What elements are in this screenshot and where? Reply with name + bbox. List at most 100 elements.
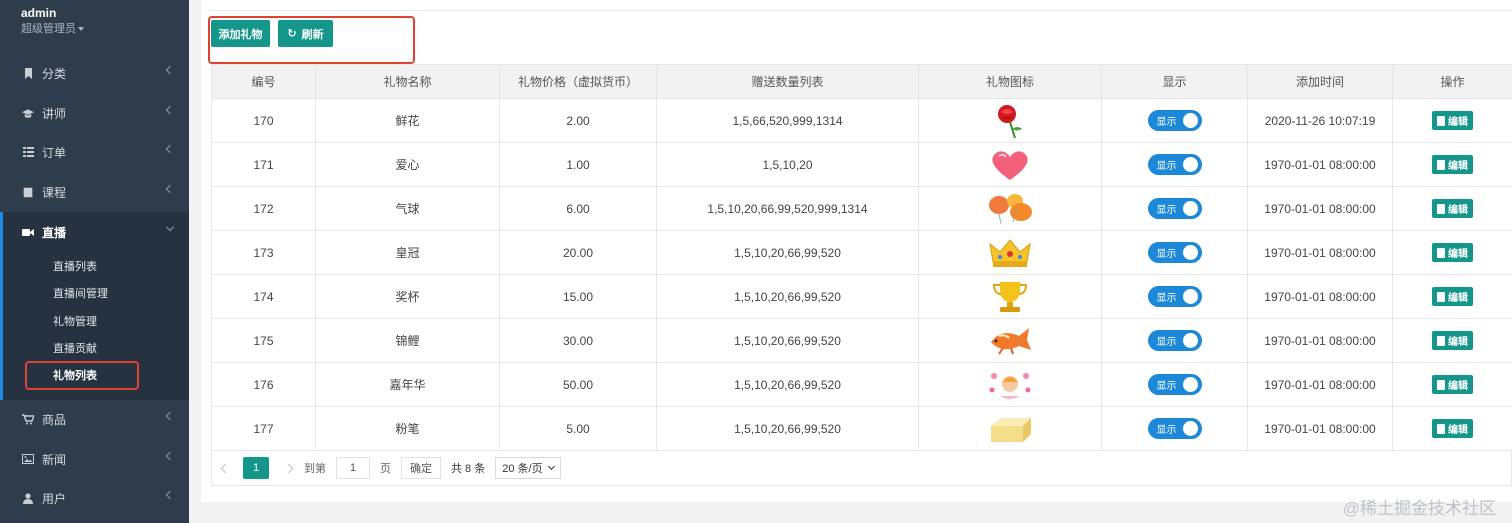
toggle-label: 显示 [1156, 381, 1177, 392]
chevron-left-icon [165, 411, 175, 421]
edit-label: 编辑 [1448, 161, 1468, 172]
gift-table: 编号 礼物名称 礼物价格（虚拟货币） 赠送数量列表 礼物图标 显示 添加时间 操… [211, 64, 1512, 451]
toggle-label: 显示 [1156, 117, 1177, 128]
cell-name: 鲜花 [315, 98, 500, 143]
cell-quantities: 1,5,10,20,66,99,520 [656, 230, 919, 275]
display-toggle[interactable]: 显示 [1147, 286, 1202, 307]
cell-display: 显示 [1101, 318, 1248, 363]
menu-item-label: 订单 [42, 145, 67, 160]
menu-item-news[interactable]: 新闻 [0, 439, 189, 479]
column-header-actions: 操作 [1392, 64, 1512, 99]
edit-button[interactable]: 编辑 [1432, 243, 1473, 262]
edit-label: 编辑 [1448, 293, 1468, 304]
next-page-icon[interactable] [283, 463, 294, 473]
user-role-dropdown[interactable]: 超级管理员 [21, 20, 189, 38]
cell-price: 30.00 [499, 318, 657, 363]
cell-price: 1.00 [499, 142, 657, 187]
chevron-down-icon [165, 222, 175, 232]
display-toggle[interactable]: 显示 [1147, 198, 1202, 219]
column-header-id: 编号 [211, 64, 316, 99]
submenu-item-live-list[interactable]: 直播列表 [53, 260, 97, 274]
cell-quantities: 1,5,10,20 [656, 142, 919, 187]
edit-label: 编辑 [1448, 205, 1468, 216]
cell-time: 1970-01-01 08:00:00 [1247, 142, 1393, 187]
user-role-label: 超级管理员 [21, 23, 76, 35]
menu-item-category[interactable]: 分类 [0, 53, 189, 93]
cell-name: 粉笔 [315, 406, 500, 451]
toggle-label: 显示 [1156, 161, 1177, 172]
edit-icon [1437, 379, 1445, 390]
cell-time: 1970-01-01 08:00:00 [1247, 362, 1393, 407]
submenu-item-live-contribution[interactable]: 直播贡献 [53, 342, 97, 356]
menu-item-label: 直播 [42, 225, 67, 240]
cell-quantities: 1,5,10,20,66,99,520 [656, 362, 919, 407]
display-toggle[interactable]: 显示 [1147, 242, 1202, 263]
edit-label: 编辑 [1448, 337, 1468, 348]
cell-quantities: 1,5,10,20,66,99,520 [656, 274, 919, 319]
chevron-left-icon [165, 490, 175, 500]
edit-button[interactable]: 编辑 [1432, 331, 1473, 350]
column-header-display: 显示 [1101, 64, 1248, 99]
edit-button[interactable]: 编辑 [1432, 419, 1473, 438]
cell-actions: 编辑 [1392, 318, 1512, 363]
toggle-label: 显示 [1156, 293, 1177, 304]
cell-id: 173 [211, 230, 316, 275]
cell-name: 锦鲤 [315, 318, 500, 363]
user-name: admin [21, 6, 57, 20]
cell-name: 嘉年华 [315, 362, 500, 407]
display-toggle[interactable]: 显示 [1147, 418, 1202, 439]
cell-display: 显示 [1101, 362, 1248, 407]
menu-item-label: 用户 [42, 491, 67, 506]
confirm-page-button[interactable]: 确定 [401, 457, 441, 479]
cell-id: 170 [211, 98, 316, 143]
prev-page-icon[interactable] [220, 463, 231, 473]
cell-time: 2020-11-26 10:07:19 [1247, 98, 1393, 143]
toggle-knob [1182, 113, 1198, 128]
display-toggle[interactable]: 显示 [1147, 110, 1202, 131]
cell-gift-icon [918, 98, 1102, 143]
edit-button[interactable]: 编辑 [1432, 199, 1473, 218]
highlight-box-gift-list [25, 361, 139, 390]
table-row: 176 嘉年华 50.00 1,5,10,20,66,99,520 显示 1970-01-… [211, 362, 1512, 407]
edit-icon [1437, 115, 1445, 126]
table-row: 170 鲜花 2.00 1,5,66,520,999,1314 显示 2020-11-26… [211, 98, 1512, 143]
edit-button[interactable]: 编辑 [1432, 155, 1473, 174]
display-toggle[interactable]: 显示 [1147, 330, 1202, 351]
total-count: 共 8 条 [451, 463, 486, 475]
cell-display: 显示 [1101, 98, 1248, 143]
goto-page-input[interactable]: 1 [336, 457, 370, 479]
current-page-button[interactable]: 1 [243, 457, 269, 479]
display-toggle[interactable]: 显示 [1147, 374, 1202, 395]
menu-item-teacher[interactable]: 讲师 [0, 93, 189, 133]
submenu-item-gift-manage[interactable]: 礼物管理 [53, 315, 97, 329]
cell-price: 15.00 [499, 274, 657, 319]
cell-gift-icon [918, 362, 1102, 407]
submenu-item-live-room[interactable]: 直播间管理 [53, 287, 108, 301]
cell-price: 6.00 [499, 186, 657, 231]
cell-actions: 编辑 [1392, 142, 1512, 187]
toggle-knob [1182, 333, 1198, 348]
chevron-left-icon [165, 184, 175, 194]
menu-item-users[interactable]: 用户 [0, 478, 189, 518]
cell-gift-icon [918, 406, 1102, 451]
edit-button[interactable]: 编辑 [1432, 375, 1473, 394]
cell-time: 1970-01-01 08:00:00 [1247, 230, 1393, 275]
page-size-select[interactable]: 20 条/页 [495, 457, 561, 479]
table-row: 171 爱心 1.00 1,5,10,20 显示 1970-01-01 08:00:00 编… [211, 142, 1512, 187]
highlight-box-toolbar [208, 16, 415, 64]
edit-button[interactable]: 编辑 [1432, 111, 1473, 130]
edit-button[interactable]: 编辑 [1432, 287, 1473, 306]
edit-icon [1437, 423, 1445, 434]
menu-item-goods[interactable]: 商品 [0, 399, 189, 439]
toggle-knob [1182, 421, 1198, 436]
edit-label: 编辑 [1448, 117, 1468, 128]
cell-time: 1970-01-01 08:00:00 [1247, 186, 1393, 231]
menu-item-orders[interactable]: 订单 [0, 132, 189, 172]
menu-item-courses[interactable]: 课程 [0, 172, 189, 212]
edit-label: 编辑 [1448, 381, 1468, 392]
column-header-name: 礼物名称 [315, 64, 500, 99]
display-toggle[interactable]: 显示 [1147, 154, 1202, 175]
menu-item-live[interactable]: 直播 [0, 212, 189, 252]
chalk-box-icon [985, 417, 1035, 442]
cell-id: 172 [211, 186, 316, 231]
